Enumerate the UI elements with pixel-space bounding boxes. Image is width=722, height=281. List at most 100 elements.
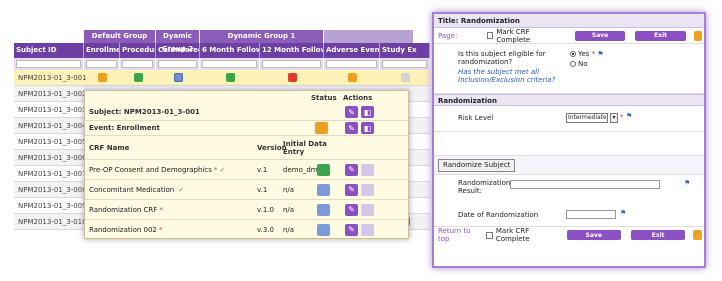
event-cell[interactable] [156, 70, 200, 85]
subject-id-cell[interactable]: NPM2013-01_3-008 [14, 182, 87, 197]
eligibility-link[interactable]: Has the subject met all Inclusion/Exclus… [458, 68, 558, 84]
check-icon: ✓ [219, 165, 226, 174]
mark-complete-checkbox[interactable] [487, 32, 494, 39]
risk-flag-icon[interactable]: ⚑ [626, 112, 632, 120]
result-field[interactable] [510, 180, 660, 189]
view-crf-icon[interactable] [361, 223, 374, 236]
no-radio[interactable] [570, 61, 576, 67]
subject-id-cell[interactable]: NPM2013-01_3-004 [14, 118, 87, 133]
crf-status-icon [317, 183, 330, 196]
filter-input[interactable] [158, 60, 197, 68]
crf-name: Concomitant Medication [89, 185, 175, 194]
event-cell[interactable] [120, 70, 156, 85]
col-procedure[interactable]: Procedure [120, 43, 156, 58]
col-study-exit[interactable]: Study Ex [380, 43, 430, 58]
filter-input[interactable] [326, 60, 377, 68]
randomize-subject-button[interactable]: Randomize Subject [438, 159, 516, 172]
event-status-icon[interactable] [347, 73, 357, 82]
save-button-bottom[interactable]: Save [566, 230, 621, 240]
discrepancy-flag-icon[interactable]: ⚑ [597, 50, 603, 58]
enter-data-icon[interactable]: ✎ [345, 183, 358, 196]
crf-required-mark: * [159, 205, 163, 214]
crf-version: v.3.0 [257, 225, 274, 234]
filter-input[interactable] [262, 60, 321, 68]
crf-status-icon [317, 203, 330, 216]
col-calendared-visit[interactable]: Calendared Visit [156, 43, 200, 58]
event-status-icon[interactable] [287, 73, 297, 82]
event-cell[interactable] [200, 70, 260, 85]
event-status-icon[interactable] [133, 73, 143, 82]
edit-event-icon[interactable]: ✎ [345, 122, 358, 134]
view-icon[interactable]: ◧ [361, 106, 374, 118]
edit-icon[interactable]: ✎ [345, 106, 358, 118]
event-status-icon[interactable] [173, 73, 183, 82]
subject-id-cell[interactable]: NPM2013-01_3-010 [14, 214, 87, 229]
result-flag-icon[interactable]: ⚑ [684, 179, 690, 187]
bottom-toolbar: Return to top Mark CRF Complete Save Exi… [434, 227, 704, 243]
risk-row: Risk Level Intermediate ▾ * ⚑ [434, 106, 704, 132]
risk-value: Intermediate [568, 114, 607, 121]
crf-row: Randomization CRF * v.1.0 n/a ✎ [85, 200, 408, 220]
event-cell[interactable] [380, 70, 430, 85]
event-status-icon [315, 122, 328, 134]
event-status-icon[interactable] [400, 73, 410, 82]
subject-id-cell[interactable]: NPM2013-01_3-003 [14, 102, 87, 117]
col-enrollment[interactable]: Enrollment [84, 43, 120, 58]
filter-input[interactable] [382, 60, 427, 68]
crf-initial-entry: n/a [283, 205, 295, 214]
filter-input[interactable] [16, 60, 81, 68]
subject-id-cell[interactable]: NPM2013-01_3-001 [14, 70, 87, 85]
crf-row: Randomization 002 * v.3.0 n/a ✎ [85, 220, 408, 240]
subject-id-cell[interactable]: NPM2013-01_3-009 [14, 198, 87, 213]
event-status-icon[interactable] [225, 73, 235, 82]
enter-data-icon[interactable]: ✎ [345, 223, 358, 236]
filter-input[interactable] [86, 60, 117, 68]
enter-data-icon[interactable]: ✎ [345, 163, 358, 176]
required-mark: * [591, 50, 596, 58]
check-icon: ✓ [178, 185, 185, 194]
yes-radio[interactable] [570, 51, 576, 57]
date-flag-icon[interactable]: ⚑ [620, 209, 626, 217]
table-row[interactable]: NPM2013-01_3-001 [14, 70, 430, 86]
crf-initial-entry: demo_dm [283, 165, 318, 174]
save-button[interactable]: Save [574, 30, 626, 41]
exit-button-bottom[interactable]: Exit [630, 230, 686, 240]
return-to-top-link[interactable]: Return to top [438, 227, 478, 243]
view-crf-icon[interactable] [361, 163, 374, 176]
filter-row [14, 58, 430, 70]
filter-input[interactable] [202, 60, 257, 68]
filter-input[interactable] [122, 60, 153, 68]
event-cell[interactable] [84, 70, 120, 85]
subject-id-cell[interactable]: NPM2013-01_3-007 [14, 166, 87, 181]
crf-name: Pre-OP Consent and Demographics [89, 165, 212, 174]
crf-row: Pre-OP Consent and Demographics * ✓ v.1 demo… [85, 160, 408, 180]
event-cell[interactable] [260, 70, 324, 85]
flag-icon[interactable] [693, 30, 702, 41]
flag-icon-bottom[interactable] [693, 230, 702, 240]
view-crf-icon[interactable] [361, 203, 374, 216]
randomize-row: Randomize Subject [434, 156, 704, 175]
col-12-month[interactable]: 12 Month Follow-up [260, 43, 324, 58]
risk-select[interactable]: Intermediate [566, 113, 608, 123]
subject-id-cell[interactable]: NPM2013-01_3-005 [14, 134, 87, 149]
crf-name: Randomization CRF [89, 205, 158, 214]
subject-id-cell[interactable]: NPM2013-01_3-002 [14, 86, 87, 101]
view-crf-icon[interactable] [361, 183, 374, 196]
status-header: Status [311, 93, 337, 102]
crf-version: v.1.0 [257, 205, 274, 214]
event-cell[interactable] [324, 70, 380, 85]
panel-title: Title: Randomization [434, 14, 704, 28]
chevron-down-icon[interactable]: ▾ [610, 113, 618, 123]
enter-data-icon[interactable]: ✎ [345, 203, 358, 216]
mark-complete-checkbox-bottom[interactable] [486, 231, 493, 239]
subject-id-cell[interactable]: NPM2013-01_3-006 [14, 150, 87, 165]
date-field[interactable] [566, 210, 616, 219]
col-subject-id[interactable]: Subject ID [14, 43, 84, 58]
risk-required-mark: * [620, 113, 624, 121]
view-event-icon[interactable]: ◧ [361, 122, 374, 134]
event-status-icon[interactable] [97, 73, 107, 82]
exit-button[interactable]: Exit [635, 30, 686, 41]
col-adverse-events[interactable]: Adverse Events [324, 43, 380, 58]
col-6-month[interactable]: 6 Month Follow-up [200, 43, 260, 58]
group-dynamic-2: Dyamic Group 2 [156, 30, 200, 53]
